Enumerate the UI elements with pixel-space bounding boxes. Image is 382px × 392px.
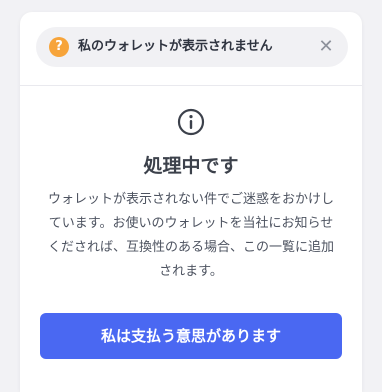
- status-message: ウォレットが表示されない件でご迷惑をおかけしています。お使いのウォレットを当社に…: [47, 192, 334, 279]
- close-icon[interactable]: ✕: [316, 37, 336, 57]
- missing-wallet-dialog: ? 私のウォレットが表示されません ✕ 処理中です ウォレットが表示されない件で…: [20, 12, 362, 392]
- dialog-header: ? 私のウォレットが表示されません ✕: [36, 27, 348, 67]
- willing-to-pay-button[interactable]: 私は支払う意思があります: [40, 313, 342, 359]
- info-icon: [177, 108, 205, 136]
- dialog-title: 私のウォレットが表示されません: [78, 39, 273, 54]
- header-divider: [20, 85, 362, 86]
- status-title: 処理中です: [143, 155, 239, 177]
- question-circle-icon: ?: [49, 37, 69, 57]
